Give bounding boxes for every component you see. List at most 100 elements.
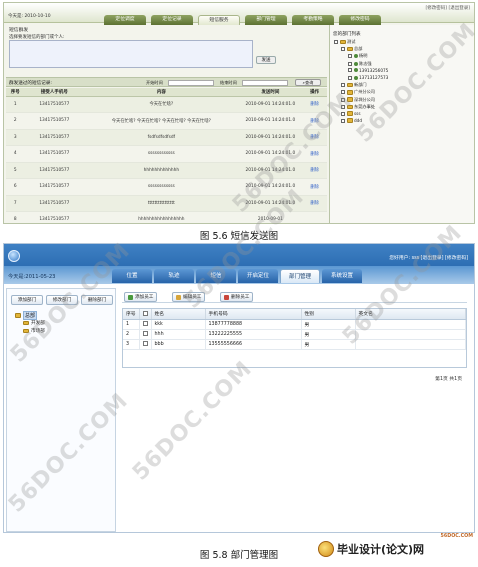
tree-checkbox[interactable] [334, 40, 338, 44]
cell-no: 1 [123, 319, 140, 330]
tab-department[interactable]: 部门管理 [245, 15, 287, 25]
cell-content: 今天在忙啥? 今天在忙啥? 今天在忙啥? 今天在忙啥? [84, 112, 239, 130]
tree-root-item[interactable]: 总部 [15, 311, 38, 320]
cell-no: 3 [6, 129, 25, 146]
tree-item[interactable]: 总部 [341, 46, 362, 52]
delete-link[interactable]: 删除 [302, 178, 327, 196]
table-row[interactable]: 3 bbb 13555556666 男 [123, 339, 466, 350]
tab-sms-service[interactable]: 短信服务 [198, 15, 240, 25]
row-checkbox[interactable] [142, 321, 148, 326]
delete-employee-label: 删除员工 [231, 294, 250, 300]
col-content: 内容 [84, 88, 239, 97]
tab-track[interactable]: 轨迹 [154, 269, 194, 283]
query-button-label: 查询 [304, 80, 314, 85]
tree-checkbox[interactable] [348, 68, 352, 73]
tree-item-label: 测试 [347, 39, 356, 44]
tab-change-password[interactable]: 修改密码 [339, 15, 381, 25]
add-employee-button[interactable]: 添加员工 [124, 292, 158, 302]
add-user-icon [128, 294, 133, 300]
cell-no: 6 [6, 178, 25, 196]
end-time-label: 结束时间 [220, 80, 237, 85]
select-all-checkbox[interactable] [142, 310, 148, 316]
employee-toolbar: 添加员工 编辑员工 删除员工 [122, 291, 467, 303]
col-no: 序号 [123, 309, 140, 320]
table-row: 2 13417510577 今天在忙啥? 今天在忙啥? 今天在忙啥? 今天在忙啥? 2… [6, 112, 327, 130]
cell-no: 7 [6, 195, 25, 212]
start-time-input[interactable] [168, 79, 214, 86]
tree-item[interactable]: 杨明 [348, 53, 367, 59]
col-op: 操作 [302, 88, 327, 97]
top-links[interactable]: [修改密码] [退出登录] [426, 5, 470, 11]
col-phone: 手机号码 [205, 309, 302, 320]
add-department-button[interactable]: 添加部门 [11, 295, 43, 305]
cell-no: 2 [6, 112, 25, 130]
folder-icon [23, 320, 29, 326]
table-row: 3 13417510577 fsdfsdfsdfsdf 2010-09-01 14:2… [6, 129, 327, 146]
tree-item-label: 广州分公司 [354, 89, 375, 95]
tab-locate-dispatch[interactable]: 定位调度 [104, 15, 146, 25]
delete-link[interactable] [302, 211, 327, 223]
tree-item-label: sss [354, 111, 361, 116]
tree-root-label: 总部 [23, 311, 38, 320]
tab-start-locate[interactable]: 开启定位 [238, 269, 278, 283]
tree-checkbox[interactable] [341, 83, 345, 88]
tree-item-label: 陈志强 [359, 60, 372, 66]
cell-no: 1 [6, 96, 25, 113]
pager[interactable]: 第1页 共1页 [435, 375, 462, 382]
row-checkbox[interactable] [142, 331, 148, 336]
globe-logo-icon [8, 250, 20, 262]
cell-content: fsdfsdfsdfsdf [84, 129, 239, 146]
tree-checkbox[interactable] [341, 47, 345, 52]
tree-checkbox[interactable] [348, 54, 352, 59]
delete-employee-button[interactable]: 删除员工 [220, 292, 254, 302]
cell-time: 2010-09-01 14:24:01.0 [238, 96, 303, 113]
tree-item[interactable]: 陈志强 [348, 61, 372, 67]
tree-item[interactable]: 13713127573 [348, 75, 388, 80]
send-section-title: 短信群发 [9, 28, 29, 33]
folder-icon [339, 39, 346, 45]
cell-phone: 13417510577 [24, 96, 85, 113]
cell-phone: 13877778888 [205, 319, 302, 330]
cell-content: tttttttttttttttt [84, 195, 239, 212]
person-icon [353, 54, 358, 59]
row-checkbox[interactable] [142, 341, 148, 346]
folder-icon [346, 90, 353, 95]
cell-phone: 13417510577 [24, 178, 85, 196]
folder-icon [346, 82, 353, 88]
query-button[interactable]: ⌕查询 [295, 79, 321, 86]
end-time-input[interactable] [242, 79, 288, 86]
person-icon [353, 75, 358, 80]
tree-checkbox[interactable] [348, 61, 352, 66]
col-time: 发送时间 [238, 88, 303, 97]
tree-item[interactable]: 新部门 [341, 82, 367, 88]
col-select [139, 309, 152, 320]
date-label: 今天是: 2010-10-10 [8, 14, 51, 19]
cell-content: 今天在忙啥? [84, 96, 239, 113]
cell-select [139, 319, 152, 330]
table-row[interactable]: 2 hhh 13222225555 男 [123, 329, 466, 340]
sms-content-input[interactable] [9, 40, 253, 68]
table-row: 1 13417510577 今天在忙啥? 2010-09-01 14:24:01.0 删… [6, 96, 327, 113]
tree-item-label: 13913256075 [359, 67, 389, 73]
employee-panel: 添加员工 编辑员工 删除员工 序号 姓名 手机号码 性别 英文名 1 kkk 1… [120, 288, 472, 532]
tab-system-settings[interactable]: 系统设置 [322, 269, 362, 283]
delete-user-icon [224, 294, 229, 300]
sms-panel: 短信群发 选择要发短信的部门或个人: 发送 群发送过的短信记录: 开始时间 结束… [6, 25, 327, 223]
cell-english-name [355, 339, 466, 350]
cell-phone: 13555556666 [205, 339, 302, 350]
cell-name: hhh [151, 329, 206, 340]
send-button[interactable]: 发送 [256, 56, 276, 64]
cell-phone: 13417510577 [24, 162, 85, 179]
tab-locate-record[interactable]: 定位记录 [151, 15, 193, 25]
cell-select [139, 329, 152, 340]
tab-department[interactable]: 部门管理 [280, 269, 320, 283]
table-row[interactable]: 1 kkk 13877778888 男 [123, 319, 466, 330]
cell-time: 2010-09-01 14:24:01.0 [238, 112, 303, 130]
tree-item[interactable]: 13913256075 [348, 68, 388, 73]
tree-checkbox[interactable] [348, 75, 352, 80]
delete-link[interactable]: 删除 [302, 162, 327, 179]
tree-item[interactable]: 测试 [334, 39, 355, 45]
cell-no: 2 [123, 329, 140, 340]
employee-table: 序号 姓名 手机号码 性别 英文名 1 kkk 13877778888 男 2 hhh 13… [123, 309, 466, 350]
tab-attendance[interactable]: 考勤策略 [292, 15, 334, 25]
